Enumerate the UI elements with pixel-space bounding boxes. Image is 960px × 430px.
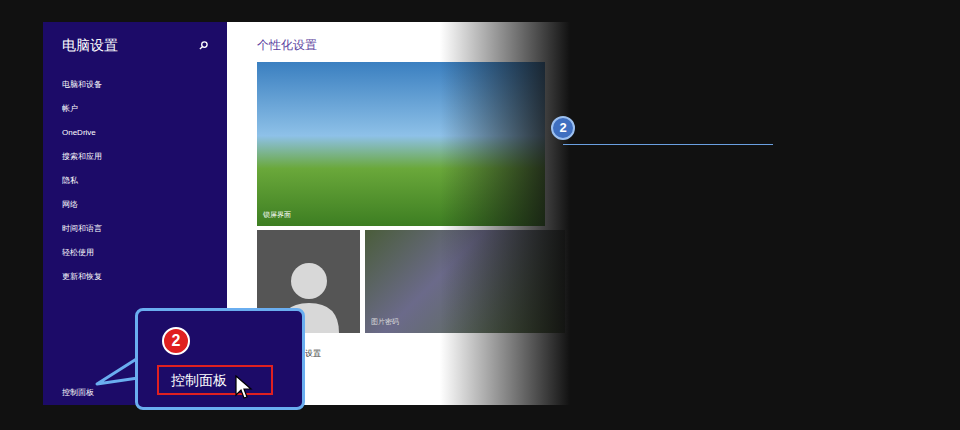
fade-overlay [440,22,570,405]
callout: 2 控制面板 [135,308,305,410]
sidebar-item[interactable]: 搜索和应用 [62,145,208,169]
sidebar-menu: 电脑和设备帐户OneDrive搜索和应用隐私网络时间和语言轻松使用更新和恢复 [62,73,208,289]
sidebar-item[interactable]: 更新和恢复 [62,265,208,289]
step-badge: 2 [162,327,190,355]
tutorial-screen: 电脑设置电脑和设备帐户OneDrive搜索和应用隐私网络时间和语言轻松使用更新和… [0,0,960,430]
sidebar-item[interactable]: 电脑和设备 [62,73,208,97]
cursor-icon [235,375,253,401]
sidebar-title: 电脑设置 [62,36,118,54]
highlight-box[interactable]: 控制面板 [157,365,273,395]
search-icon[interactable] [199,41,208,50]
sidebar-item[interactable]: 隐私 [62,169,208,193]
marker-line [563,144,773,145]
sidebar-item[interactable]: 时间和语言 [62,217,208,241]
sidebar-item[interactable]: 帐户 [62,97,208,121]
sidebar-item[interactable]: OneDrive [62,121,208,145]
sidebar-item[interactable]: 轻松使用 [62,241,208,265]
step-marker: 2 [551,116,575,140]
sidebar-item[interactable]: 网络 [62,193,208,217]
